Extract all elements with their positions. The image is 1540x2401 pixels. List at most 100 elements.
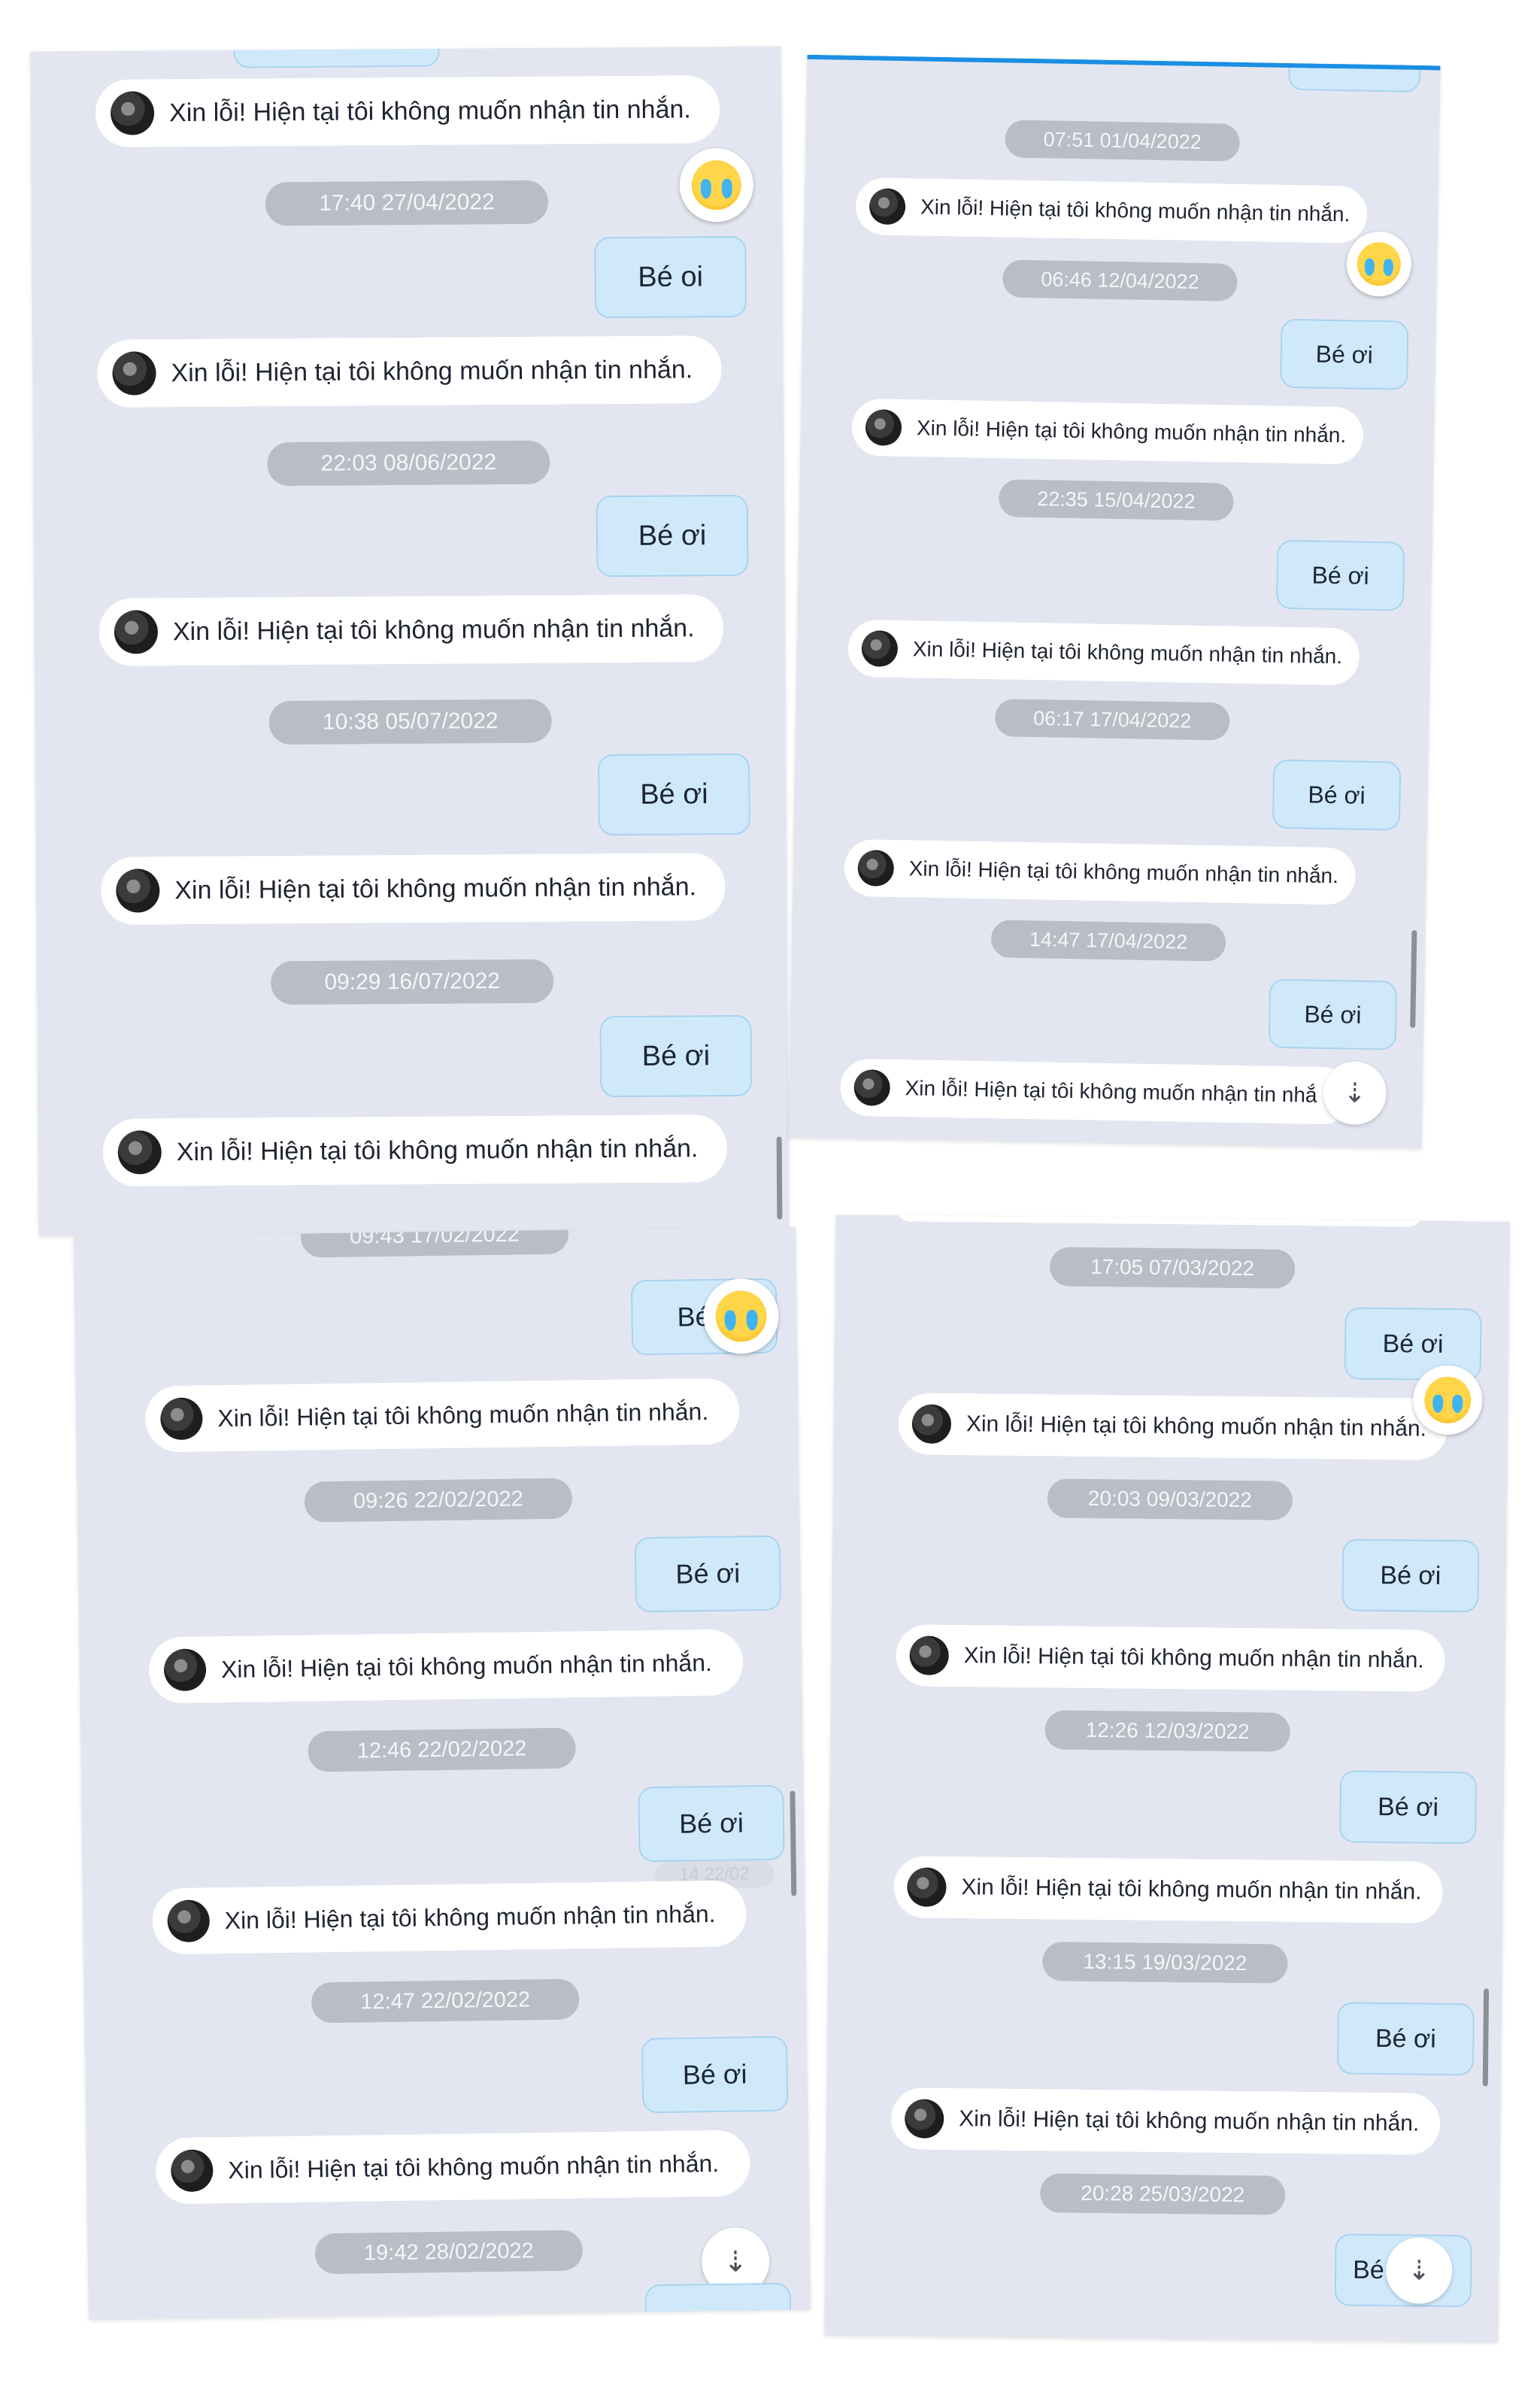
reply-text: Xin lỗi! Hiện tại tôi không muốn nhận ti… (963, 1643, 1424, 1673)
reply-bubble[interactable]: Xin lỗi! Hiện tại tôi không muốn nhận ti… (99, 594, 724, 666)
timestamp: 06:17 17/04/2022 (994, 699, 1230, 741)
timestamp: 22:35 15/04/2022 (998, 479, 1234, 521)
scrollbar[interactable] (1482, 1988, 1490, 2087)
avatar[interactable] (170, 2149, 214, 2193)
reply-bubble[interactable]: Xin lỗi! Hiện tại tôi không muốn nhận ti… (893, 1856, 1443, 1924)
reply-bubble[interactable]: Xin lỗi! Hiện tại tôi không muốn nhận ti… (100, 853, 726, 925)
reply-text: Xin lỗi! Hiện tại tôi không muốn nhận ti… (966, 1411, 1427, 1442)
avatar[interactable] (110, 91, 155, 135)
sent-bubble[interactable]: Bé ơi (1272, 759, 1402, 831)
sent-bubble[interactable]: Bé ơi (1268, 978, 1398, 1050)
timestamp: 17:05 07/03/2022 (1049, 1247, 1296, 1289)
reply-bubble[interactable]: Xin lỗi! Hiện tại tôi không muốn nhận ti… (844, 838, 1357, 905)
sent-bubble[interactable]: Bé ơi (1279, 318, 1409, 390)
reply-text: Xin lỗi! Hiện tại tôi không muốn nhận ti… (912, 637, 1343, 668)
timestamp: 09:29 16/07/2022 (270, 959, 554, 1005)
timestamp: 17:40 27/04/2022 (265, 180, 549, 226)
timestamp: 07:51 01/04/2022 (1005, 120, 1241, 162)
reply-text: Xin lỗi! Hiện tại tôi không muốn nhận ti… (174, 872, 697, 905)
sent-bubble[interactable]: Bé ơi (634, 1535, 782, 1613)
scrollbar[interactable] (1410, 929, 1417, 1029)
crying-reaction-icon[interactable] (1412, 1365, 1483, 1435)
sent-bubble[interactable]: Bé ơi (641, 2036, 789, 2114)
avatar[interactable] (853, 1069, 891, 1106)
reply-text: Xin lỗi! Hiện tại tôi không muốn nhận ti… (905, 1076, 1317, 1107)
timestamp: 14:47 17/04/2022 (990, 920, 1226, 962)
reply-bubble[interactable]: Xin lỗi! Hiện tại tôi không muốn nhận ti… (102, 1114, 728, 1187)
reply-text: Xin lỗi! Hiện tại tôi không muốn nhận ti… (224, 1899, 716, 1934)
reply-text: Xin lỗi! Hiện tại tôi không muốn nhận ti… (168, 94, 691, 127)
reply-bubble[interactable]: Xin lỗi! Hiện tại tôi không muốn nhận ti… (851, 398, 1364, 465)
reply-bubble[interactable]: Xin lỗi! Hiện tại tôi không muốn nhận ti… (890, 2087, 1441, 2155)
reply-bubble[interactable]: Xin lỗi! Hiện tại tôi không muốn nhận ti… (898, 1393, 1448, 1460)
avatar[interactable] (112, 351, 156, 396)
reply-bubble[interactable]: Xin lỗi! Hiện tại tôi không muốn nhận ti… (840, 1058, 1353, 1125)
sent-bubble-edge (1287, 67, 1421, 92)
sent-bubble[interactable]: Lợn ơi (644, 2282, 792, 2320)
reply-text: Xin lỗi! Hiện tại tôi không muốn nhận ti… (959, 2106, 1420, 2136)
sent-bubble[interactable]: Bé ơi (599, 1014, 753, 1098)
timestamp: 20:28 25/03/2022 (1039, 2173, 1286, 2215)
avatar[interactable] (117, 1130, 162, 1175)
sent-bubble[interactable]: Bé ơi (596, 494, 749, 578)
bubble-edge (896, 1214, 1423, 1227)
sent-bubble[interactable]: Bé ơi (1341, 1539, 1480, 1613)
avatar[interactable] (861, 630, 899, 667)
avatar[interactable] (865, 409, 902, 447)
reply-bubble[interactable]: Xin lỗi! Hiện tại tôi không muốn nhận ti… (155, 2130, 750, 2205)
avatar[interactable] (904, 2099, 944, 2139)
avatar[interactable] (114, 610, 159, 654)
sent-text: Bé (1352, 2255, 1384, 2284)
chat-panel-1: Xin lỗi! Hiện tại tôi không muốn nhận ti… (30, 46, 790, 1236)
timestamp: 10:38 05/07/2022 (268, 699, 552, 745)
avatar[interactable] (911, 1404, 952, 1444)
reply-bubble[interactable]: Xin lỗi! Hiện tại tôi không muốn nhận ti… (148, 1629, 744, 1704)
reply-text: Xin lỗi! Hiện tại tôi không muốn nhận ti… (217, 1397, 709, 1432)
scroll-down-icon[interactable]: ⇣ (1385, 2237, 1453, 2305)
chat-panel-3: 09:43 17/02/2022 Bé c Xin lỗi! Hiện tại … (73, 1226, 811, 2320)
reply-bubble[interactable]: Xin lỗi! Hiện tại tôi không muốn nhận ti… (847, 619, 1360, 686)
avatar[interactable] (167, 1899, 211, 1943)
sent-bubble[interactable]: Bé ơi (1336, 2002, 1475, 2076)
avatar[interactable] (909, 1636, 949, 1675)
crying-reaction-icon[interactable] (1346, 231, 1412, 297)
avatar[interactable] (159, 1397, 203, 1441)
reply-bubble[interactable]: Xin lỗi! Hiện tại tôi không muốn nhận ti… (152, 1880, 747, 1955)
timestamp: 12:26 12/03/2022 (1044, 1710, 1290, 1752)
reply-bubble[interactable]: Xin lỗi! Hiện tại tôi không muốn nhận ti… (144, 1378, 740, 1453)
avatar[interactable] (116, 869, 160, 913)
timestamp: 09:26 22/02/2022 (304, 1478, 573, 1523)
reply-text: Xin lỗi! Hiện tại tôi không muốn nhận ti… (176, 1133, 699, 1166)
reply-text: Xin lỗi! Hiện tại tôi không muốn nhận ti… (916, 416, 1347, 447)
reply-bubble[interactable]: Xin lỗi! Hiện tại tôi không muốn nhận ti… (855, 177, 1368, 244)
sent-bubble[interactable]: Bé ơi (1275, 539, 1405, 611)
scroll-down-icon[interactable]: ⇣ (1322, 1060, 1387, 1126)
reply-text: Xin lỗi! Hiện tại tôi không muốn nhận ti… (172, 613, 695, 646)
avatar[interactable] (163, 1648, 207, 1692)
reply-text: Xin lỗi! Hiện tại tôi không muốn nhận ti… (920, 195, 1351, 226)
sent-bubble[interactable]: Bé oi (594, 235, 747, 319)
reply-bubble[interactable]: Xin lỗi! Hiện tại tôi không muốn nhận ti… (97, 335, 722, 408)
reply-bubble[interactable]: Xin lỗi! Hiện tại tôi không muốn nhận ti… (95, 75, 720, 147)
reply-text: Xin lỗi! Hiện tại tôi không muốn nhận ti… (228, 2149, 720, 2184)
timestamp: 06:46 12/04/2022 (1002, 259, 1238, 302)
sent-bubble[interactable]: Bé ơi (1339, 1770, 1478, 1845)
reply-text: Xin lỗi! Hiện tại tôi không muốn nhận ti… (220, 1648, 713, 1683)
scrollbar[interactable] (790, 1790, 797, 1896)
timestamp: 12:46 22/02/2022 (308, 1727, 576, 1772)
sent-bubble[interactable]: Bé ơi (598, 753, 750, 836)
reply-bubble[interactable]: Xin lỗi! Hiện tại tôi không muốn nhận ti… (896, 1624, 1446, 1692)
chat-panel-2: 07:51 01/04/2022 Xin lỗi! Hiện tại tôi k… (788, 54, 1441, 1149)
avatar[interactable] (869, 188, 906, 226)
avatar[interactable] (907, 1867, 947, 1907)
avatar[interactable] (857, 850, 895, 887)
chat-panel-4: 17:05 07/03/2022 Bé ơi Xin lỗi! Hiện tại… (824, 1214, 1510, 2342)
crying-reaction-icon[interactable] (679, 147, 754, 223)
timestamp: 13:15 19/03/2022 (1042, 1942, 1288, 1984)
sent-bubble[interactable]: Bé ơi (638, 1784, 785, 1863)
reply-text: Xin lỗi! Hiện tại tôi không muốn nhận ti… (171, 354, 693, 387)
timestamp: 20:03 09/03/2022 (1047, 1478, 1293, 1520)
reply-text: Xin lỗi! Hiện tại tôi không muốn nhận ti… (961, 1875, 1422, 1905)
sent-bubble-edge (233, 48, 440, 68)
scrollbar[interactable] (776, 1136, 783, 1220)
